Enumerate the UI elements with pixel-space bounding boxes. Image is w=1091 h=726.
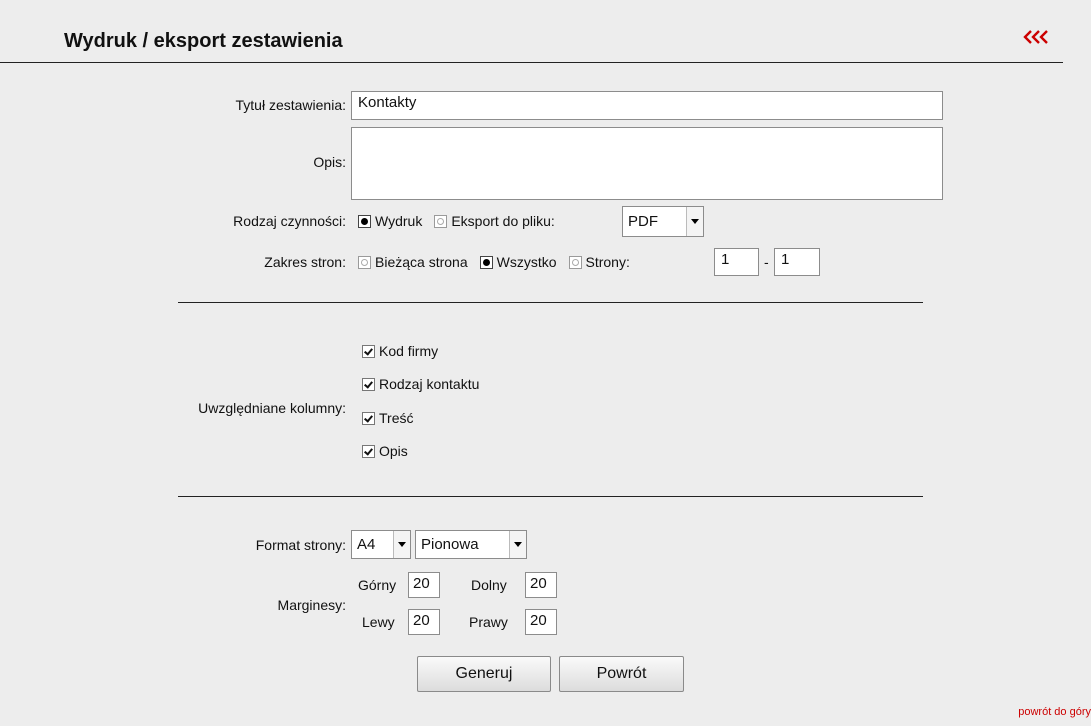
margin-bottom-input[interactable]: 20 [525,572,557,598]
margin-right-input[interactable]: 20 [525,609,557,635]
orientation-select[interactable]: Pionowa [415,530,527,559]
column-label: Kod firmy [379,343,439,359]
back-button[interactable]: Powrót [559,656,684,692]
report-title-input[interactable]: Kontakty [351,91,943,120]
radio-current-page-label: Bieżąca strona [375,254,468,270]
radio-print[interactable] [358,214,371,228]
description-textarea[interactable] [351,127,943,200]
column-item[interactable]: Rodzaj kontaktu [362,376,483,392]
radio-export-label: Eksport do pliku: [451,213,555,229]
column-item[interactable]: Opis [362,443,412,459]
range-dash: - [764,254,769,270]
action-label: Rodzaj czynności: [233,213,346,229]
range-to-value: 1 [781,251,790,268]
page-range-label: Zakres stron: [264,254,346,270]
margin-top-value: 20 [413,575,430,592]
page-format-label: Format strony: [255,537,346,553]
margins-label: Marginesy: [277,597,346,613]
chevron-down-icon [393,531,410,558]
radio-pages[interactable] [568,255,582,269]
column-label: Opis [379,443,408,459]
checkbox-kod-firmy[interactable] [362,344,375,358]
checkbox-tresc[interactable] [362,411,375,425]
column-item[interactable]: Treść [362,410,417,426]
column-item[interactable]: Kod firmy [362,343,442,359]
margin-left-input[interactable]: 20 [408,609,440,635]
description-label: Opis: [313,154,346,170]
page-title: Wydruk / eksport zestawienia [64,30,343,52]
margin-right-value: 20 [530,612,547,629]
title-divider [0,62,1063,63]
report-title-value: Kontakty [358,94,417,111]
back-to-top-link[interactable]: powrót do góry [1018,706,1091,718]
range-from-input[interactable]: 1 [714,248,759,276]
columns-label: Uwzględniane kolumny: [198,400,346,416]
margin-left-value: 20 [413,612,430,629]
margin-top-label: Górny [358,577,397,593]
report-title-label: Tytuł zestawienia: [235,97,347,113]
column-label: Rodzaj kontaktu [379,376,480,392]
page-size-select[interactable]: A4 [351,530,411,559]
margin-bottom-value: 20 [530,575,547,592]
radio-pages-label: Strony: [585,254,630,270]
generate-button[interactable]: Generuj [417,656,551,692]
checkbox-opis[interactable] [362,444,375,458]
export-format-select[interactable]: PDF [622,206,704,237]
export-format-value: PDF [628,213,658,230]
range-to-input[interactable]: 1 [774,248,820,276]
section-divider [178,496,923,497]
margin-right-label: Prawy [469,614,508,630]
radio-export[interactable] [434,214,448,228]
page-size-value: A4 [357,536,376,553]
column-label: Treść [379,410,414,426]
range-from-value: 1 [721,251,730,268]
radio-print-label: Wydruk [375,213,423,229]
radio-all-pages[interactable] [479,255,493,269]
orientation-value: Pionowa [421,536,479,553]
checkbox-rodzaj-kontaktu[interactable] [362,377,375,391]
margin-top-input[interactable]: 20 [408,572,440,598]
chevron-down-icon [509,531,526,558]
chevron-down-icon [686,207,703,236]
margin-left-label: Lewy [362,614,395,630]
radio-current-page[interactable] [358,255,371,269]
triple-chevron-left-icon[interactable] [1023,30,1053,44]
section-divider [178,302,923,303]
margin-bottom-label: Dolny [471,577,507,593]
radio-all-pages-label: Wszystko [496,254,557,270]
